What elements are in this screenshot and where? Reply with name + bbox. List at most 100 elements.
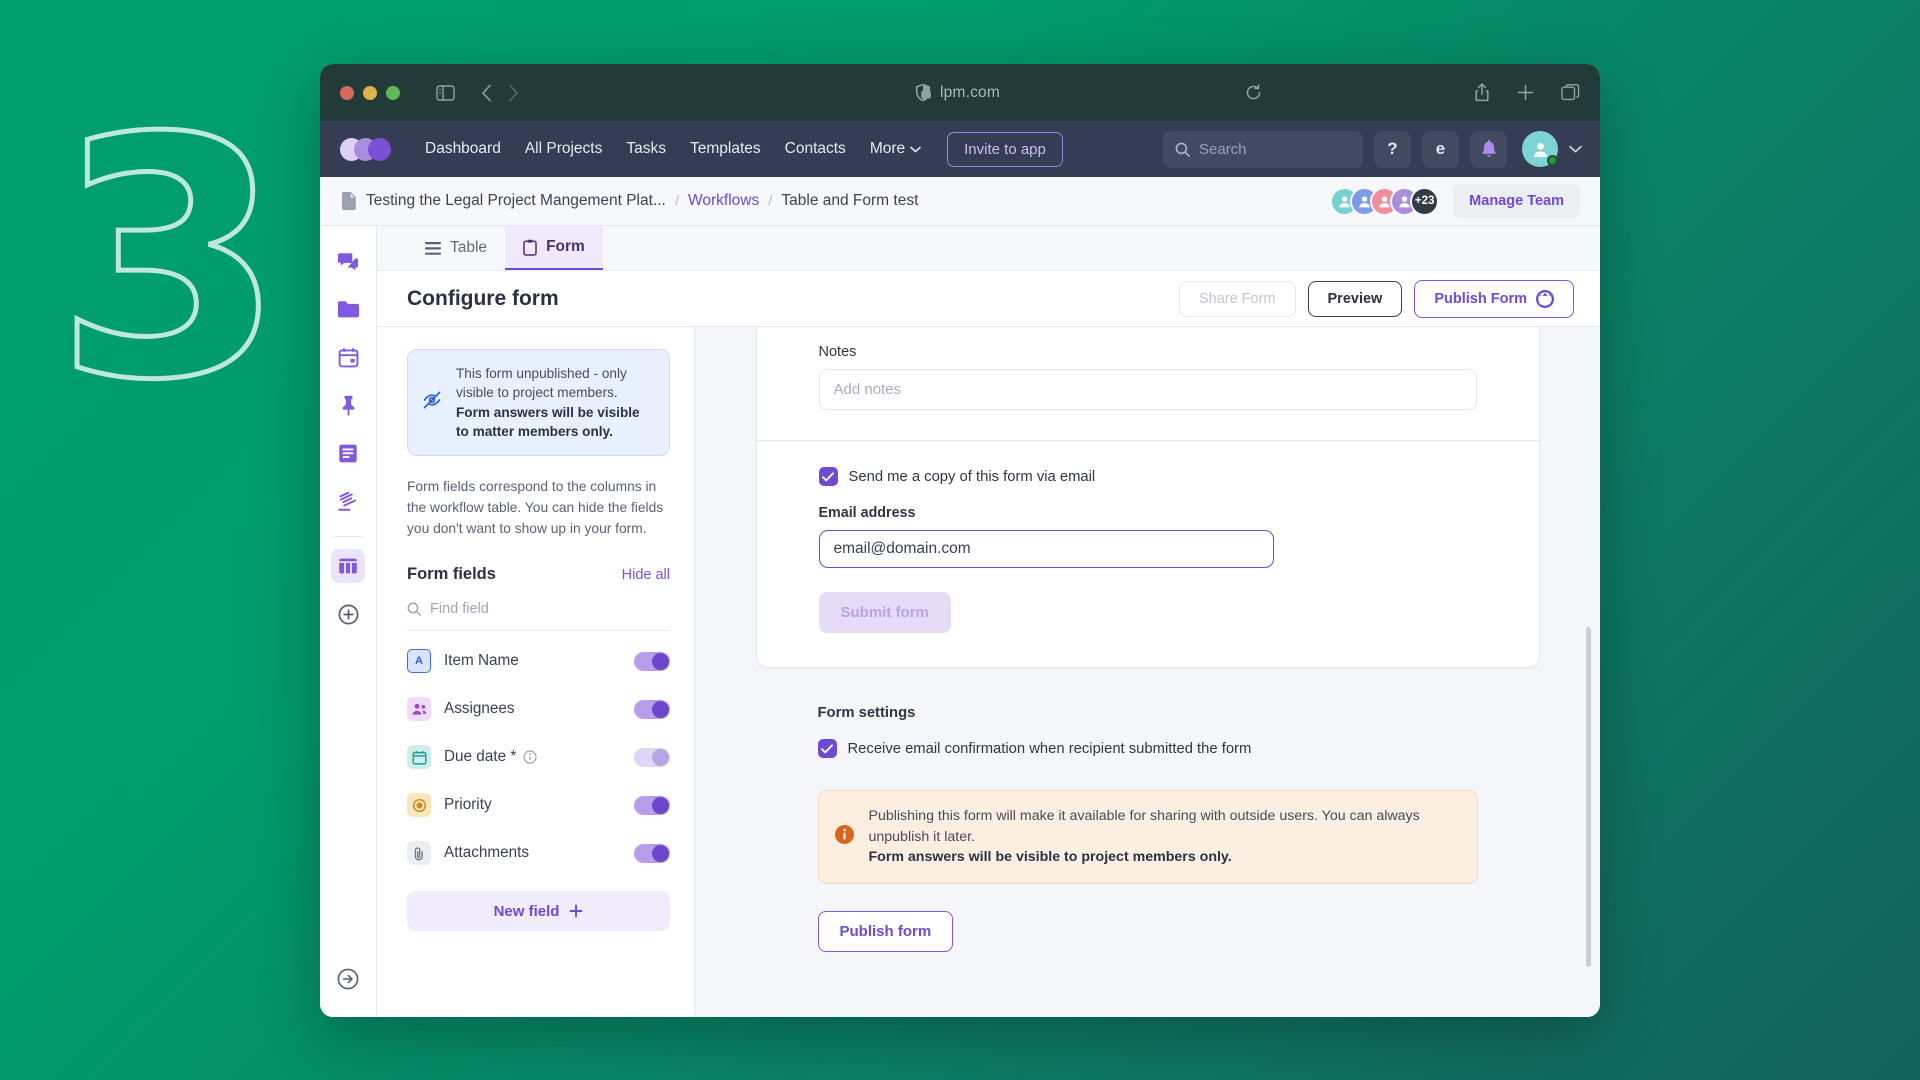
list-icon — [425, 241, 441, 255]
field-row-item-name[interactable]: A Item Name — [407, 637, 670, 685]
field-row-due-date[interactable]: Due date * — [407, 733, 670, 781]
field-toggle-due-date[interactable] — [634, 747, 670, 767]
field-label: Item Name — [444, 652, 519, 670]
field-row-priority[interactable]: Priority — [407, 781, 670, 829]
info-icon[interactable] — [523, 750, 537, 764]
avatar-chevron-down-icon[interactable] — [1569, 145, 1582, 153]
field-toggle-attachments[interactable] — [634, 843, 670, 863]
find-field-input[interactable]: Find field — [407, 601, 670, 632]
form-card: Notes Add notes Send me a copy of this f… — [755, 327, 1540, 668]
send-copy-label: Send me a copy of this form via email — [848, 468, 1096, 485]
app-logo[interactable] — [340, 137, 391, 161]
nav-label: Dashboard — [425, 140, 501, 157]
nav-link-contacts[interactable]: Contacts — [773, 133, 858, 165]
find-field-placeholder: Find field — [430, 601, 489, 618]
send-copy-checkbox[interactable] — [818, 467, 838, 486]
invite-to-app-button[interactable]: Invite to app — [947, 131, 1063, 167]
extension-label: e — [1435, 139, 1446, 158]
field-row-attachments[interactable]: Attachments — [407, 829, 670, 877]
back-arrow-icon[interactable] — [481, 84, 492, 102]
share-icon[interactable] — [1474, 83, 1490, 102]
field-label: Attachments — [444, 844, 530, 862]
field-toggle-item-name[interactable] — [634, 651, 670, 671]
field-row-assignees[interactable]: Assignees — [407, 685, 670, 733]
minimize-window-button[interactable] — [363, 85, 377, 100]
rail-item-calendar-icon[interactable] — [331, 340, 365, 374]
clipboard-icon — [523, 239, 537, 256]
nav-label: More — [869, 140, 906, 157]
new-field-button[interactable]: New field — [407, 891, 670, 932]
search-input[interactable]: Search — [1163, 130, 1363, 168]
warning-line2: Form answers will be visible to project … — [868, 849, 1232, 866]
tab-table[interactable]: Table — [407, 226, 505, 270]
help-button[interactable]: ? — [1374, 130, 1411, 168]
sidebar-toggle-icon[interactable] — [436, 84, 455, 101]
tab-overview-icon[interactable] — [1561, 84, 1580, 101]
rail-item-folder-icon[interactable] — [331, 292, 365, 326]
tab-label: Table — [450, 239, 488, 256]
nav-link-more[interactable]: More — [858, 133, 933, 165]
email-confirmation-checkbox[interactable] — [817, 739, 837, 758]
email-confirmation-label: Receive email confirmation when recipien… — [847, 740, 1252, 757]
email-input[interactable]: email@domain.com — [818, 530, 1274, 568]
breadcrumb-right-group: +23 Manage Team — [1330, 184, 1580, 218]
eye-off-icon — [421, 389, 443, 416]
forward-arrow-icon[interactable] — [508, 84, 519, 102]
field-toggle-assignees[interactable] — [634, 699, 670, 719]
rail-item-table-icon[interactable] — [331, 549, 365, 583]
field-toggle-priority[interactable] — [634, 795, 670, 815]
team-avatar-overflow-count[interactable]: +23 — [1410, 186, 1440, 216]
close-window-button[interactable] — [340, 85, 354, 100]
team-avatar-stack[interactable]: +23 — [1330, 186, 1440, 216]
info-circle-icon — [834, 824, 854, 849]
send-copy-checkbox-row[interactable]: Send me a copy of this form via email — [818, 467, 1477, 486]
rail-item-notes-icon[interactable] — [331, 436, 365, 470]
paperclip-icon — [407, 841, 431, 866]
new-tab-icon[interactable] — [1517, 84, 1534, 101]
expand-sidebar-icon[interactable] — [337, 968, 359, 995]
tab-form[interactable]: Form — [505, 226, 603, 270]
breadcrumb-item-project[interactable]: Testing the Legal Project Mangement Plat… — [366, 192, 666, 210]
rail-item-chat-icon[interactable] — [331, 244, 365, 278]
search-placeholder: Search — [1199, 140, 1247, 158]
breadcrumb-item-current[interactable]: Table and Form test — [781, 192, 918, 210]
notifications-button[interactable] — [1470, 130, 1507, 168]
preview-button[interactable]: Preview — [1307, 280, 1403, 317]
form-settings-title: Form settings — [817, 705, 916, 721]
chevron-down-icon — [910, 140, 921, 158]
globe-icon — [1536, 289, 1554, 308]
nav-link-dashboard[interactable]: Dashboard — [413, 133, 513, 165]
nav-link-all-projects[interactable]: All Projects — [513, 133, 615, 165]
rail-item-gavel-icon[interactable] — [331, 484, 365, 518]
browser-chrome-bar: lpm.com — [320, 64, 1600, 121]
manage-team-button[interactable]: Manage Team — [1453, 184, 1580, 218]
browser-nav-arrows[interactable] — [481, 84, 519, 102]
shield-icon[interactable] — [915, 83, 931, 102]
form-preview-pane[interactable]: Notes Add notes Send me a copy of this f… — [695, 327, 1600, 1017]
nav-link-tasks[interactable]: Tasks — [614, 133, 678, 165]
preview-scrollbar[interactable] — [1586, 627, 1591, 967]
rail-item-add-circle-icon[interactable] — [331, 597, 365, 631]
email-confirmation-checkbox-row[interactable]: Receive email confirmation when recipien… — [817, 739, 1478, 758]
app-body: Table Form Configure form Share Form Pre… — [320, 226, 1600, 1017]
hide-all-link[interactable]: Hide all — [622, 567, 670, 583]
form-settings-section: Form settings Receive email confirmation… — [756, 668, 1540, 952]
maximize-window-button[interactable] — [386, 85, 400, 100]
nav-label: Contacts — [784, 140, 846, 157]
nav-link-templates[interactable]: Templates — [678, 133, 773, 165]
new-field-label: New field — [493, 902, 560, 920]
field-label: Priority — [444, 796, 492, 814]
extension-button[interactable]: e — [1422, 130, 1459, 168]
publish-form-button[interactable]: Publish Form — [1414, 279, 1574, 318]
user-avatar-button[interactable] — [1522, 131, 1558, 167]
nav-label: All Projects — [524, 140, 603, 157]
nav-label: Templates — [689, 140, 761, 157]
form-card-fields: Notes Add notes — [757, 327, 1539, 440]
reload-icon[interactable] — [1245, 84, 1262, 101]
window-controls[interactable] — [340, 85, 400, 100]
breadcrumb-item-workflows[interactable]: Workflows — [688, 192, 759, 210]
notes-input[interactable]: Add notes — [818, 369, 1477, 410]
content-column: Table Form Configure form Share Form Pre… — [377, 226, 1600, 1017]
publish-form-bottom-button[interactable]: Publish form — [817, 910, 954, 952]
rail-item-pin-icon[interactable] — [331, 388, 365, 422]
